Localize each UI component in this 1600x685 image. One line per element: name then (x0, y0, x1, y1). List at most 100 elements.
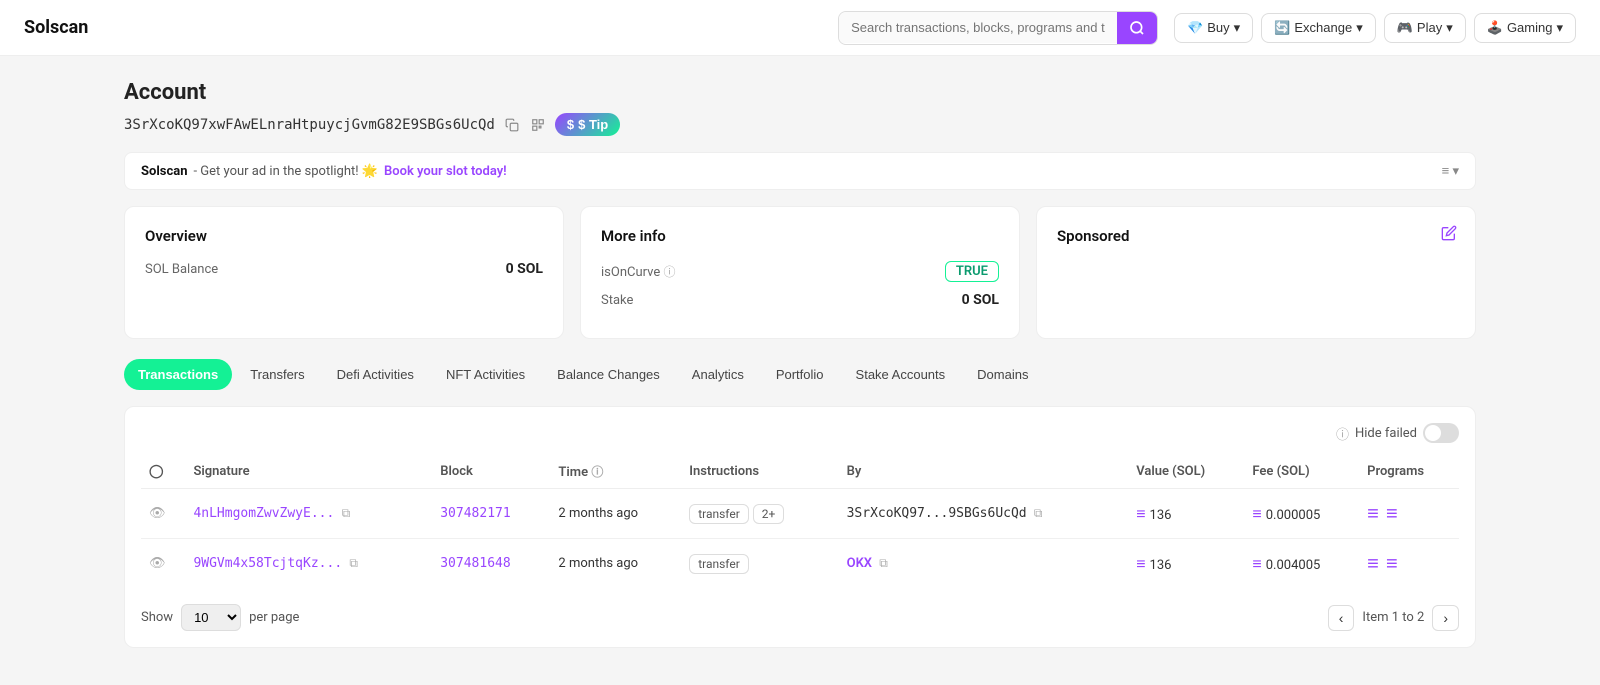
tab-transactions[interactable]: Transactions (124, 359, 232, 390)
gaming-button[interactable]: 🕹️ Gaming ▾ (1474, 13, 1576, 43)
info-icon: ⓘ (663, 265, 675, 279)
copy-by-icon-1[interactable]: ⧉ (879, 556, 888, 570)
tip-button[interactable]: $ $ Tip (555, 113, 620, 136)
hide-failed-toggle[interactable] (1423, 423, 1459, 443)
by-address-0: 3SrXcoKQ97...9SBGs6UcQd (847, 506, 1027, 521)
dollar-icon: $ (567, 117, 574, 132)
row-by-0: 3SrXcoKQ97...9SBGs6UcQd ⧉ (839, 489, 1129, 539)
row-visibility-1: 👁 (141, 539, 185, 589)
search-input[interactable] (839, 12, 1117, 43)
time-info-icon: ⓘ (591, 465, 603, 479)
sol-fee-icon: ≡ (1252, 504, 1261, 523)
tab-portfolio[interactable]: Portfolio (762, 359, 838, 390)
instruction-tag: transfer (689, 554, 749, 574)
table-header: ◯ Signature Block Time ⓘ Instructions By… (141, 455, 1459, 489)
exchange-icon: 🔄 (1274, 20, 1290, 36)
col-signature: Signature (185, 455, 432, 489)
chevron-down-icon: ▾ (1556, 20, 1563, 36)
row-time-0: 2 months ago (550, 489, 681, 539)
row-value-1: ≡136 (1128, 539, 1244, 589)
hide-failed-label-text: Hide failed (1355, 426, 1417, 441)
header: Solscan 💎 Buy ▾ 🔄 Exchange ▾ 🎮 Play ▾ 🕹️… (0, 0, 1600, 56)
col-fee: Fee (SOL) (1244, 455, 1359, 489)
banner-link[interactable]: Book your slot today! (384, 164, 507, 179)
tab-defi-activities[interactable]: Defi Activities (323, 359, 428, 390)
copy-sig-icon-1[interactable]: ⧉ (349, 556, 358, 570)
tab-transfers[interactable]: Transfers (236, 359, 318, 390)
tab-analytics[interactable]: Analytics (678, 359, 758, 390)
row-visibility-0: 👁 (141, 489, 185, 539)
tab-nft-activities[interactable]: NFT Activities (432, 359, 539, 390)
play-button[interactable]: 🎮 Play ▾ (1384, 13, 1466, 43)
prev-page-button[interactable]: ‹ (1328, 605, 1355, 631)
row-block-1: 307481648 (432, 539, 550, 589)
qr-code-button[interactable] (529, 116, 547, 134)
is-on-curve-label: isOnCurve ⓘ (601, 263, 933, 280)
is-on-curve-row: isOnCurve ⓘ TRUE (601, 261, 999, 282)
buy-button[interactable]: 💎 Buy ▾ (1174, 13, 1253, 43)
tab-stake-accounts[interactable]: Stake Accounts (842, 359, 960, 390)
banner-brand: Solscan (141, 164, 187, 179)
chevron-down-icon: ▾ (1356, 20, 1363, 36)
col-block: Block (432, 455, 550, 489)
row-value-0: ≡136 (1128, 489, 1244, 539)
instruction-tag: 2+ (753, 504, 785, 524)
edit-sponsored-button[interactable] (1439, 223, 1459, 243)
col-time: Time ⓘ (550, 455, 681, 489)
page-size-select[interactable]: 102550100 (181, 604, 241, 631)
copy-address-button[interactable] (503, 116, 521, 134)
buy-icon: 💎 (1187, 20, 1203, 36)
tab-domains[interactable]: Domains (963, 359, 1042, 390)
tab-balance-changes[interactable]: Balance Changes (543, 359, 674, 390)
program-icon-2[interactable]: ≡ (1386, 551, 1398, 575)
table-header-row: ⓘ Hide failed (141, 423, 1459, 443)
row-time-1: 2 months ago (550, 539, 681, 589)
row-instructions-1: transfer (681, 539, 838, 589)
sponsored-card: Sponsored (1036, 206, 1476, 339)
eye-icon[interactable]: 👁 (149, 506, 166, 521)
search-bar (838, 11, 1158, 45)
cards-row: Overview SOL Balance 0 SOL More info isO… (124, 206, 1476, 339)
row-block-0: 307482171 (432, 489, 550, 539)
overview-title: Overview (145, 227, 543, 245)
row-programs-1: ≡ ≡ (1359, 539, 1459, 589)
row-by-1: OKX ⧉ (839, 539, 1129, 589)
table-row: 👁 4nLHmgomZwvZwyE... ⧉ 307482171 2 month… (141, 489, 1459, 539)
stake-value: 0 SOL (962, 292, 999, 308)
sol-balance-value: 0 SOL (506, 261, 543, 277)
copy-by-icon-0[interactable]: ⧉ (1034, 506, 1043, 520)
program-icon-1[interactable]: ≡ (1367, 501, 1379, 525)
program-icon-1[interactable]: ≡ (1367, 551, 1379, 575)
overview-card: Overview SOL Balance 0 SOL (124, 206, 564, 339)
col-instructions: Instructions (681, 455, 838, 489)
play-icon: 🎮 (1397, 20, 1413, 36)
header-actions: 💎 Buy ▾ 🔄 Exchange ▾ 🎮 Play ▾ 🕹️ Gaming … (1174, 13, 1576, 43)
signature-link-1[interactable]: 9WGVm4x58TcjtqKz... (193, 556, 342, 571)
search-button[interactable] (1117, 12, 1157, 44)
table-row: 👁 9WGVm4x58TcjtqKz... ⧉ 307481648 2 mont… (141, 539, 1459, 589)
tabs: TransactionsTransfersDefi ActivitiesNFT … (124, 359, 1476, 390)
hide-failed-control: ⓘ Hide failed (1336, 423, 1459, 443)
banner-menu-button[interactable]: ≡ ▾ (1442, 163, 1459, 179)
program-icon-2[interactable]: ≡ (1386, 501, 1398, 525)
exchange-button[interactable]: 🔄 Exchange ▾ (1261, 13, 1376, 43)
row-fee-0: ≡0.000005 (1244, 489, 1359, 539)
signature-link-0[interactable]: 4nLHmgomZwvZwyE... (193, 506, 334, 521)
address-row: 3SrXcoKQ97xwFAwELnraHtpuycjGvmG82E9SBGs6… (124, 113, 1476, 136)
copy-sig-icon-0[interactable]: ⧉ (342, 506, 351, 520)
gaming-icon: 🕹️ (1487, 20, 1503, 36)
block-link-0[interactable]: 307482171 (440, 506, 510, 521)
instruction-tag: transfer (689, 504, 749, 524)
stake-label: Stake (601, 293, 950, 308)
stake-row: Stake 0 SOL (601, 292, 999, 308)
show-label: Show (141, 610, 173, 625)
block-link-1[interactable]: 307481648 (440, 556, 510, 571)
by-link-1[interactable]: OKX (847, 556, 872, 571)
page-title: Account (124, 80, 1476, 105)
sol-value-icon: ≡ (1136, 504, 1145, 523)
transactions-table: ◯ Signature Block Time ⓘ Instructions By… (141, 455, 1459, 588)
sol-balance-row: SOL Balance 0 SOL (145, 261, 543, 277)
eye-icon[interactable]: 👁 (149, 556, 166, 571)
pagination: Show 102550100 per page ‹ Item 1 to 2 › (141, 604, 1459, 631)
next-page-button[interactable]: › (1432, 605, 1459, 631)
